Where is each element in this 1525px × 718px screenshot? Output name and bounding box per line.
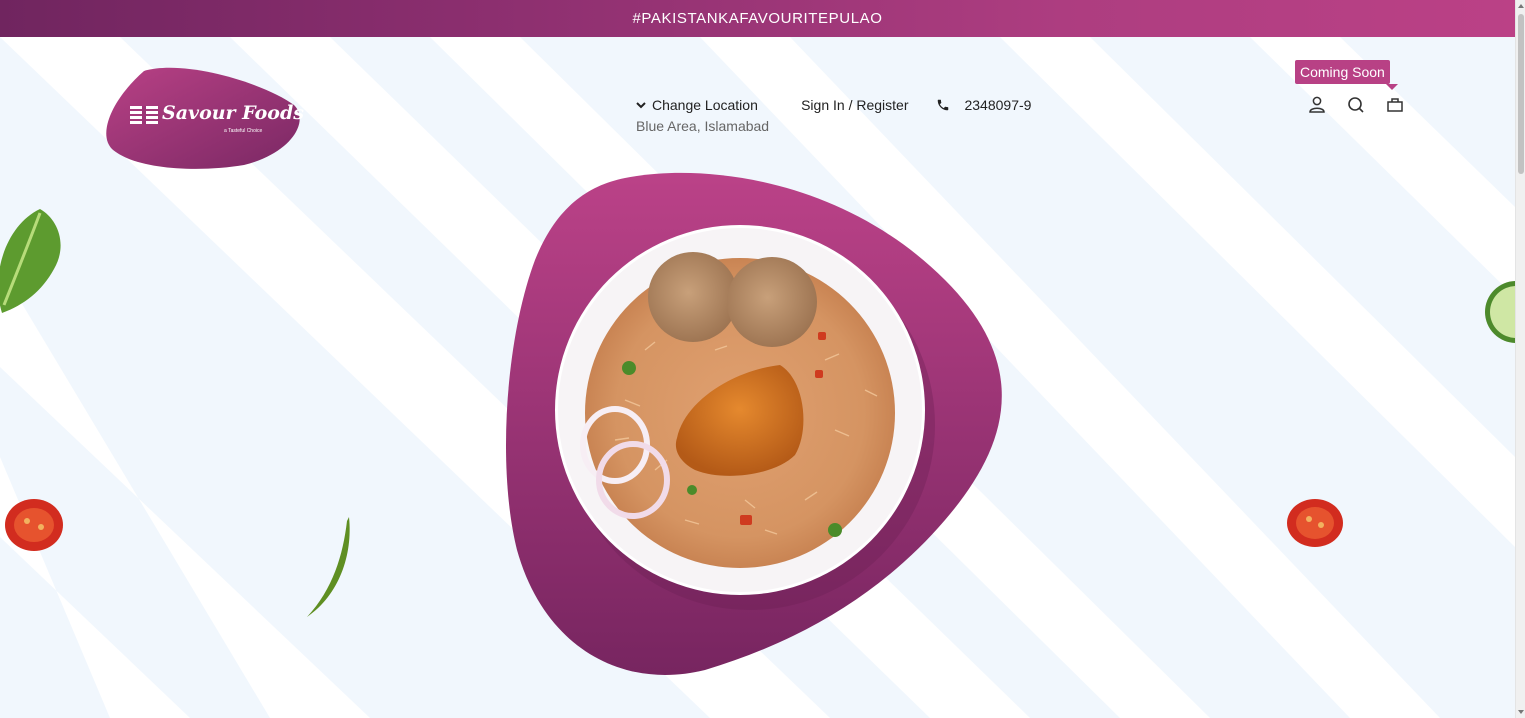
logo-mark-icon — [130, 106, 158, 124]
green-chili-image — [307, 517, 350, 617]
chevron-down-icon — [636, 102, 646, 109]
brand-tagline: a Tasteful Choice — [224, 128, 263, 134]
cucumber-slice-image — [1485, 281, 1515, 343]
brand-name: Savour Foods — [162, 102, 304, 124]
tomato-right-image — [1287, 499, 1343, 547]
site-header: Savour Foods a Tasteful Choice Change Lo… — [0, 37, 1515, 169]
brand-logo[interactable]: Savour Foods a Tasteful Choice — [104, 65, 304, 169]
sign-in-register-link[interactable]: Sign In / Register — [801, 97, 908, 113]
phone-number: 2348097-9 — [964, 97, 1032, 113]
scrollbar-thumb[interactable] — [1518, 14, 1524, 174]
current-location: Blue Area, Islamabad — [636, 118, 770, 134]
scroll-up-arrow-icon[interactable] — [1518, 4, 1524, 8]
coming-soon-tooltip: Coming Soon — [1295, 60, 1398, 90]
change-location-button[interactable]: Change Location — [636, 97, 769, 113]
scroll-down-arrow-icon[interactable] — [1518, 710, 1524, 714]
change-location-label: Change Location — [652, 97, 758, 113]
tomato-left-image — [5, 499, 63, 551]
header-icons — [1307, 95, 1405, 115]
header-nav: Change Location Blue Area, Islamabad Sig… — [636, 97, 1031, 134]
cart-icon[interactable] — [1385, 95, 1405, 115]
user-icon[interactable] — [1307, 95, 1327, 115]
lettuce-leaf-image — [0, 209, 61, 313]
page-scrollbar[interactable] — [1515, 0, 1525, 718]
search-icon[interactable] — [1346, 95, 1366, 115]
promo-banner-text: #PAKISTANKAFAVOURITEPULAO — [632, 10, 883, 27]
promo-banner: #PAKISTANKAFAVOURITEPULAO — [0, 0, 1515, 37]
phone-icon — [938, 99, 949, 111]
phone-contact[interactable]: 2348097-9 — [936, 97, 1031, 113]
location-selector[interactable]: Change Location Blue Area, Islamabad — [636, 97, 769, 134]
hero-dish-image — [505, 170, 1010, 675]
page: #PAKISTANKAFAVOURITEPULAO Savour Foods a… — [0, 0, 1525, 718]
